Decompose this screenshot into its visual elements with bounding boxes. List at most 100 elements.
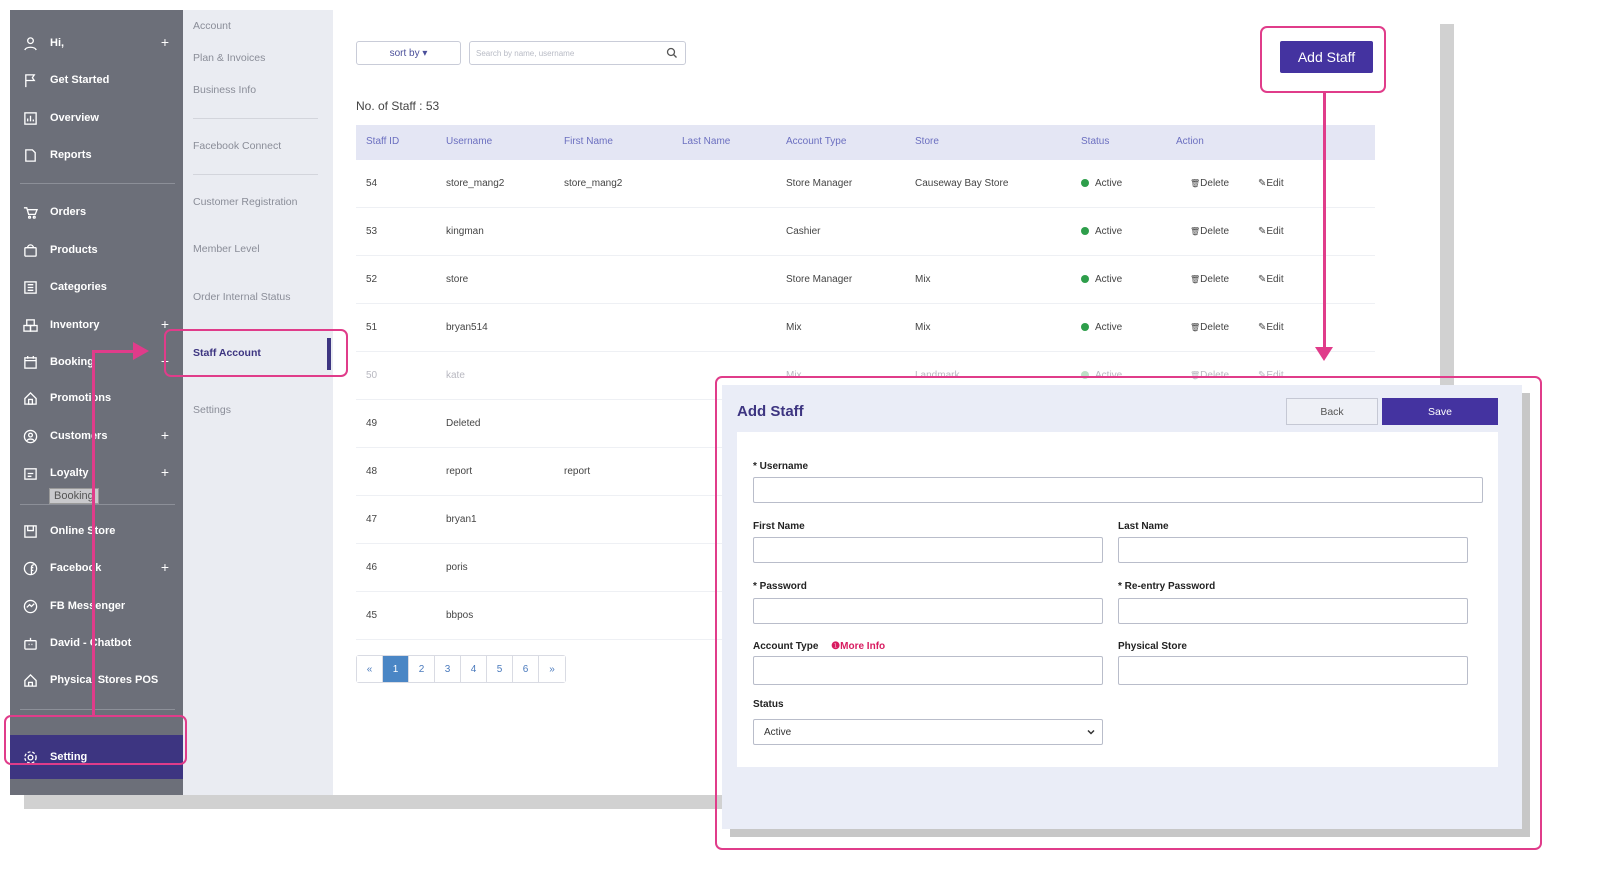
sidebar-item-online-store[interactable]: Online Store (10, 516, 183, 546)
sidebar-item-label: Loyalty (50, 467, 89, 479)
sidebar-item-reports[interactable]: Reports (10, 140, 183, 170)
password-label: * Password (753, 581, 807, 592)
arrow-right-icon (133, 342, 149, 360)
pager-next[interactable]: » (539, 656, 565, 682)
subnav-business-info[interactable]: Business Info (193, 84, 256, 96)
expand-plus-icon[interactable]: + (161, 427, 169, 443)
pager-prev[interactable]: « (357, 656, 383, 682)
subnav-customer-registration[interactable]: Customer Registration (193, 196, 297, 208)
cell-username: store (446, 274, 469, 285)
delete-label: Delete (1200, 226, 1230, 237)
subnav-facebook-connect[interactable]: Facebook Connect (193, 140, 281, 152)
sidebar-item-loyalty[interactable]: Loyalty + (10, 458, 183, 488)
sidebar-item-chatbot[interactable]: David - Chatbot (10, 628, 183, 658)
more-info-link[interactable]: ❶More Info (831, 641, 885, 652)
first-name-field[interactable] (753, 537, 1103, 563)
expand-plus-icon[interactable]: + (161, 464, 169, 480)
status-select[interactable]: Active (753, 719, 1103, 745)
col-status: Status (1081, 136, 1110, 147)
cell-username: report (446, 466, 473, 477)
sidebar-item-inventory[interactable]: Inventory + (10, 310, 183, 340)
document-icon (10, 148, 50, 163)
sidebar-item-label: David - Chatbot (50, 637, 132, 649)
physical-store-field[interactable] (1118, 656, 1468, 685)
search-input[interactable]: Search by name, username (469, 41, 686, 65)
sidebar-item-pos[interactable]: Physical Stores POS (10, 665, 183, 695)
sidebar-item-products[interactable]: Products (10, 235, 183, 265)
sidebar-item-orders[interactable]: Orders (10, 197, 183, 227)
pager-page[interactable]: 2 (409, 656, 435, 682)
screenshot-stage: Hi, + Get Started Overview Reports Order… (0, 0, 1599, 884)
search-icon[interactable] (666, 47, 678, 59)
account-type-field[interactable] (753, 656, 1103, 685)
pager-page[interactable]: 4 (461, 656, 487, 682)
messenger-icon (10, 599, 50, 614)
subnav-order-internal-status[interactable]: Order Internal Status (193, 291, 290, 303)
sidebar-item-promotions[interactable]: Promotions (10, 383, 183, 413)
delete-label: Delete (1200, 322, 1230, 333)
status-dot-icon (1081, 227, 1089, 235)
customer-icon (10, 429, 50, 444)
subnav-member-level[interactable]: Member Level (193, 243, 260, 255)
delete-button[interactable]: 🗑Delete (1190, 274, 1229, 285)
password-field[interactable] (753, 598, 1103, 624)
sort-by-dropdown[interactable]: sort by ▾ (356, 41, 461, 65)
staff-count: No. of Staff : 53 (356, 99, 440, 113)
sidebar-item-overview[interactable]: Overview (10, 103, 183, 133)
edit-button[interactable]: ✎Edit (1258, 322, 1284, 333)
sidebar-item-categories[interactable]: Categories (10, 272, 183, 302)
status-text: Active (1095, 274, 1123, 285)
cell-staff-id: 53 (366, 226, 378, 237)
status-badge: Active (1081, 322, 1122, 333)
delete-button[interactable]: 🗑Delete (1190, 226, 1229, 237)
edit-button[interactable]: ✎Edit (1258, 274, 1284, 285)
sidebar-item-customers[interactable]: Customers + (10, 421, 183, 451)
subnav-divider (193, 118, 318, 119)
subnav-settings[interactable]: Settings (193, 404, 231, 416)
reentry-password-field[interactable] (1118, 598, 1468, 624)
sidebar-item-label: Physical Stores POS (50, 674, 159, 686)
highlight-staff-account (164, 329, 348, 377)
back-button[interactable]: Back (1286, 398, 1378, 425)
subnav-plan-invoices[interactable]: Plan & Invoices (193, 52, 265, 64)
pager-page[interactable]: 6 (513, 656, 539, 682)
status-badge: Active (1081, 274, 1122, 285)
expand-plus-icon[interactable]: + (161, 559, 169, 575)
first-name-label: First Name (753, 521, 805, 532)
cell-staff-id: 52 (366, 274, 378, 285)
expand-plus-icon[interactable]: + (161, 34, 169, 50)
boxes-icon (10, 318, 50, 333)
cell-staff-id: 49 (366, 418, 378, 429)
sidebar-divider (20, 709, 175, 710)
sidebar-item-facebook[interactable]: Facebook + (10, 553, 183, 583)
table-header: Staff ID Username First Name Last Name A… (356, 125, 1375, 160)
sidebar-item-get-started[interactable]: Get Started (10, 65, 183, 95)
cell-store: Mix (915, 322, 931, 333)
cell-username: Deleted (446, 418, 481, 429)
cell-username: poris (446, 562, 468, 573)
delete-button[interactable]: 🗑Delete (1190, 322, 1229, 333)
edit-button[interactable]: ✎Edit (1258, 226, 1284, 237)
sidebar-item-label: Categories (50, 281, 107, 293)
last-name-field[interactable] (1118, 537, 1468, 563)
pager-page[interactable]: 5 (487, 656, 513, 682)
cell-account-type: Cashier (786, 226, 821, 237)
trash-icon: 🗑 (1190, 179, 1201, 188)
account-type-label: Account Type ❶More Info (753, 641, 885, 652)
cell-store: Causeway Bay Store (915, 178, 1009, 189)
pager-page[interactable]: 1 (383, 656, 409, 682)
delete-button[interactable]: 🗑Delete (1190, 178, 1229, 189)
save-button[interactable]: Save (1382, 398, 1498, 425)
sidebar-item-fb-messenger[interactable]: FB Messenger (10, 591, 183, 621)
search-placeholder: Search by name, username (476, 48, 575, 58)
edit-button[interactable]: ✎Edit (1258, 178, 1284, 189)
subnav-account[interactable]: Account (193, 20, 231, 32)
sidebar-item-user[interactable]: Hi, + (10, 28, 183, 58)
sidebar-item-label: Customers (50, 430, 108, 442)
col-store: Store (915, 136, 939, 147)
cell-account-type: Mix (786, 322, 802, 333)
flag-icon (10, 73, 50, 88)
status-badge: Active (1081, 178, 1122, 189)
pager-page[interactable]: 3 (435, 656, 461, 682)
username-field[interactable] (753, 477, 1483, 503)
